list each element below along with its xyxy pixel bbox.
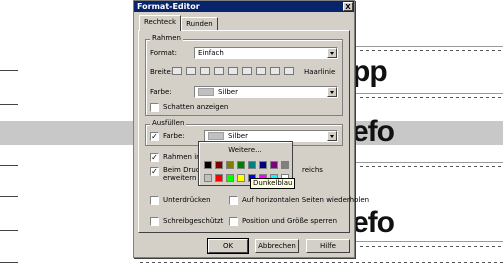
margin-mark: [0, 230, 18, 231]
line-width-option[interactable]: [242, 67, 252, 75]
color-swatch[interactable]: [281, 161, 289, 169]
rahmen-farbe-dropdown[interactable]: Silber: [194, 86, 338, 98]
color-swatch[interactable]: [237, 174, 245, 182]
fill-color-checkbox[interactable]: ✓: [150, 132, 159, 141]
color-swatch[interactable]: [270, 161, 278, 169]
chevron-down-icon[interactable]: [327, 131, 337, 141]
color-swatch[interactable]: [204, 174, 212, 182]
format-value: Einfach: [198, 49, 224, 57]
rahmen-immer-checkbox[interactable]: ✓: [150, 153, 159, 162]
color-swatch[interactable]: [215, 174, 223, 182]
line-width-option[interactable]: [284, 67, 294, 75]
silver-swatch: [208, 132, 224, 140]
dialog-titlebar[interactable]: Format-Editor X: [134, 1, 354, 12]
shadow-label: Schatten anzeigen: [163, 103, 229, 111]
document-text-fragment: pp: [352, 55, 388, 88]
document-text-fragment: efo: [352, 206, 395, 239]
document-rule: [330, 241, 503, 242]
format-label: Format:: [150, 49, 178, 57]
line-width-option[interactable]: [270, 67, 280, 75]
horizontal-repeat-label: Auf horizontalen Seiten wiederholen: [242, 196, 370, 204]
color-swatch[interactable]: [237, 161, 245, 169]
document-text-fragment: efo: [352, 115, 395, 148]
document-rule: [330, 46, 503, 47]
tab-panel-rechteck: Rahmen Format: Einfach Breite: Haarlinie…: [138, 30, 369, 233]
document-dotted-rule: [360, 166, 503, 167]
chevron-down-icon[interactable]: [327, 87, 337, 97]
horizontal-repeat-checkbox[interactable]: [229, 196, 238, 205]
cancel-button[interactable]: Abbrechen: [255, 239, 299, 253]
line-width-option[interactable]: [200, 67, 210, 75]
tab-runden[interactable]: Runden: [181, 17, 218, 31]
margin-mark: [0, 104, 18, 105]
color-swatch[interactable]: [204, 161, 212, 169]
fill-farbe-label: Farbe:: [163, 132, 185, 140]
color-swatch[interactable]: [259, 161, 267, 169]
document-dotted-rule: [360, 246, 503, 247]
line-width-option[interactable]: [214, 67, 224, 75]
line-width-option[interactable]: [186, 67, 196, 75]
tab-strip: Rechteck Runden: [139, 15, 218, 31]
color-swatch[interactable]: [215, 161, 223, 169]
format-editor-dialog: Format-Editor X Rechteck Runden Rahmen F…: [133, 0, 369, 258]
ausfuellen-group-label: Ausfüllen: [150, 119, 187, 127]
schreibgeschuetzt-label: Schreibgeschützt: [163, 217, 224, 225]
silver-swatch: [198, 88, 214, 96]
unterdruecken-checkbox[interactable]: [150, 196, 159, 205]
beim-druck-label-line2: erweitern: [163, 174, 197, 182]
document-dotted-rule: [360, 50, 503, 51]
color-swatch[interactable]: [226, 174, 234, 182]
rahmen-farbe-label: Farbe:: [150, 88, 172, 96]
document-rule: [330, 162, 503, 163]
rahmen-group: Rahmen Format: Einfach Breite: Haarlinie…: [145, 34, 343, 116]
dialog-title: Format-Editor: [137, 2, 200, 11]
shadow-checkbox[interactable]: [150, 103, 159, 112]
fill-farbe-value: Silber: [228, 132, 248, 140]
ok-button[interactable]: OK: [207, 238, 249, 254]
close-button[interactable]: X: [343, 2, 353, 11]
chevron-down-icon[interactable]: [327, 48, 337, 58]
line-width-option[interactable]: [228, 67, 238, 75]
beim-druck-label-suffix: reichs: [302, 166, 323, 174]
line-width-option[interactable]: [256, 67, 266, 75]
schreibgeschuetzt-checkbox[interactable]: [150, 217, 159, 226]
lock-position-checkbox[interactable]: [229, 217, 238, 226]
lock-position-label: Position und Größe sperren: [242, 217, 338, 225]
margin-mark: [0, 70, 18, 71]
unterdruecken-label: Unterdrücken: [163, 196, 211, 204]
color-tooltip: Dunkelblau: [250, 178, 296, 189]
rahmen-group-label: Rahmen: [150, 34, 183, 42]
haarlinie-label: Haarlinie: [304, 68, 336, 76]
help-button[interactable]: Hilfe: [306, 239, 350, 253]
tab-rechteck[interactable]: Rechteck: [139, 15, 182, 31]
line-width-option[interactable]: [172, 67, 182, 75]
color-swatch[interactable]: [248, 161, 256, 169]
beim-druck-checkbox[interactable]: ✓: [150, 167, 159, 176]
document-dotted-rule: [140, 262, 503, 263]
margin-mark: [0, 262, 18, 263]
margin-mark: [0, 196, 18, 197]
document-dotted-rule: [360, 97, 503, 98]
document-rule: [330, 93, 503, 94]
format-dropdown[interactable]: Einfach: [194, 47, 338, 59]
margin-mark: [0, 165, 18, 166]
color-swatch[interactable]: [226, 161, 234, 169]
rahmen-farbe-value: Silber: [218, 88, 238, 96]
breite-label: Breite:: [150, 68, 174, 76]
more-colors-button[interactable]: Weitere...: [205, 145, 285, 156]
